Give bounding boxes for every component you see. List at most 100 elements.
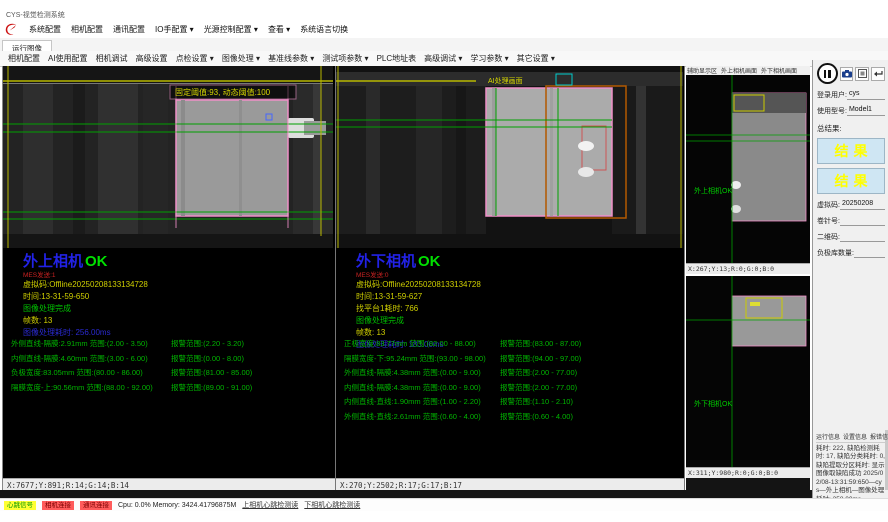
status-bar: 心跳信号 相机连接 通讯连接 Cpu: 0.0% Memory: 3424.41… xyxy=(0,498,888,511)
tab-run-info[interactable]: 运行信息 xyxy=(816,432,840,441)
toolbar-baseline-params[interactable]: 基准线参数 ▾ xyxy=(268,53,314,64)
aux-thumbnail-upper-status: 外上相机OK xyxy=(694,186,732,195)
info-section: 运行信息 设置信息 报错信息 耗时: 222, 缺陷检测耗时: 17, 缺陷分类… xyxy=(816,432,885,505)
menu-item-system-config[interactable]: 系统配置 xyxy=(29,24,61,35)
measurement-row: 内侧直线-隔膜:4.38mm 范围:(0.00 - 9.00) 报警范围:(2.… xyxy=(336,382,684,397)
alarm-range: 报警范围:(2.00 - 77.00) xyxy=(500,382,577,393)
toolbar-advanced-settings[interactable]: 高级设置 xyxy=(136,53,168,64)
measurement-value: 外侧直线-隔膜:2.91mm 范围:(2.00 - 3.50) xyxy=(11,338,148,349)
mid-camera-title: 外下相机 xyxy=(356,253,416,270)
left-camera-title: 外上相机 xyxy=(23,253,83,270)
left-pixel-coordinates: X:7677;Y:891;R:14;G:14;B:14 xyxy=(3,478,335,490)
mid-ai-label: AI处理画面 xyxy=(488,76,523,85)
mid-time: 时间:13-31-59-627 xyxy=(356,291,680,303)
model-value: Model1 xyxy=(847,106,885,116)
lower-camera-heartbeat-link[interactable]: 下相机心跳检测读 xyxy=(304,500,360,510)
left-threshold-label: 固定阈值:93, 动态阈值:100 xyxy=(175,87,271,97)
menu-item-comm-config[interactable]: 通讯配置 xyxy=(113,24,145,35)
left-frame-count: 帧数: 13 xyxy=(23,315,331,327)
toolbar-image-processing[interactable]: 图像处理 ▾ xyxy=(222,53,260,64)
run-log-text: 耗时: 222, 缺陷检测耗时: 17, 缺陷分类耗时: 0, 缺陷提取分区耗时… xyxy=(816,445,885,505)
alarm-range: 报警范围:(2.00 - 77.00) xyxy=(500,367,577,378)
mid-process-done: 图像处理完成 xyxy=(356,315,680,327)
anode-count-value xyxy=(854,248,885,258)
mid-status-ok: OK xyxy=(418,253,441,270)
toolbar-learning-params[interactable]: 学习参数 ▾ xyxy=(470,53,508,64)
left-status-ok: OK xyxy=(85,253,108,270)
alarm-range: 报警范围:(83.00 - 87.00) xyxy=(500,338,581,349)
tab-error-info[interactable]: 报错信息 xyxy=(870,432,888,441)
menu-item-camera-config[interactable]: 相机配置 xyxy=(71,24,103,35)
return-arrow-icon xyxy=(873,70,883,78)
model-label: 使用型号: xyxy=(817,106,847,116)
mid-platform-time: 找平台1耗时: 766 xyxy=(356,303,680,315)
pause-button[interactable] xyxy=(817,63,838,84)
tab-lower-camera-view[interactable]: 外下相机画面 xyxy=(761,66,797,75)
tab-aux-display[interactable]: 辅助显示区 xyxy=(687,66,717,75)
left-camera-image[interactable]: 固定阈值:93, 动态阈值:100 xyxy=(3,66,333,248)
toolbar-camera-debug[interactable]: 相机调试 xyxy=(96,53,128,64)
measurement-row: 隔膜宽度-上:90.56mm 范围:(88.00 - 92.00) 报警范围:(… xyxy=(3,382,335,397)
measurement-value: 负极宽度:83.05mm 范围:(80.00 - 86.00) xyxy=(11,367,143,378)
back-button[interactable] xyxy=(871,67,885,81)
mid-camera-image[interactable]: AI处理画面 xyxy=(336,66,683,248)
tab-settings-info[interactable]: 设置信息 xyxy=(843,432,867,441)
qr-row: 二维码: xyxy=(817,232,885,242)
bottom-dark-strip xyxy=(0,490,812,498)
barcode-value: 20250208 xyxy=(840,200,885,210)
left-barcode: 虚拟码:Offline20250208133134728 xyxy=(23,279,331,291)
left-camera-panel: 固定阈值:93, 动态阈值:100 外上相机OK MES发送:1 虚拟码:Off… xyxy=(2,66,336,490)
menu-item-view[interactable]: 查看 ▾ xyxy=(268,24,290,35)
total-result-label: 总结果: xyxy=(817,123,885,134)
aux-thumbnail-upper[interactable]: 外上相机OK xyxy=(686,75,810,263)
alarm-range: 报警范围:(89.00 - 91.00) xyxy=(171,382,252,393)
tab-upper-camera-view[interactable]: 外上相机画面 xyxy=(721,66,757,75)
toolbar-camera-config[interactable]: 相机配置 xyxy=(8,53,40,64)
mid-pixel-coordinates: X:270;Y:2502;R:17;G:17;B:17 xyxy=(336,478,684,490)
alarm-range: 报警范围:(0.60 - 4.00) xyxy=(500,411,573,422)
measurement-row: 隔膜宽度-下:95.24mm 范围:(93.00 - 98.00) 报警范围:(… xyxy=(336,353,684,368)
mid-result-block: 外下相机OK MES发送:0 虚拟码:Offline20250208133134… xyxy=(356,250,680,351)
barcode-label: 虚拟码: xyxy=(817,200,840,210)
toolbar-spot-check[interactable]: 点检设置 ▾ xyxy=(176,53,214,64)
pin-row: 卷针号: xyxy=(817,216,885,226)
toolbar-other-settings[interactable]: 其它设置 ▾ xyxy=(517,53,555,64)
menu-item-light-config[interactable]: 光源控制配置 ▾ xyxy=(204,24,258,35)
cpu-memory-status: Cpu: 0.0% Memory: 3424.41796875M xyxy=(118,502,236,509)
measurement-row: 外侧直线-隔膜:2.91mm 范围:(2.00 - 3.50) 报警范围:(2.… xyxy=(3,338,335,353)
pin-label: 卷针号: xyxy=(817,216,840,226)
pin-value xyxy=(840,216,885,226)
aux-tab-strip: 辅助显示区 外上相机画面 外下相机画面 xyxy=(686,66,810,75)
measurement-value: 内侧直线-直线:1.90mm 范围:(1.00 - 2.20) xyxy=(344,396,481,407)
snapshot-button[interactable] xyxy=(855,67,869,81)
upper-camera-heartbeat-link[interactable]: 上相机心跳检测读 xyxy=(242,500,298,510)
measurement-row: 内侧直线-隔膜:4.60mm 范围:(3.00 - 6.00) 报警范围:(0.… xyxy=(3,353,335,368)
app-window: CYS-视觉检测系统 系统配置 相机配置 通讯配置 IO手配置 ▾ 光源控制配置… xyxy=(0,0,888,522)
left-time: 时间:13-31-59-650 xyxy=(23,291,331,303)
left-measurement-rows: 外侧直线-隔膜:2.91mm 范围:(2.00 - 3.50) 报警范围:(2.… xyxy=(3,338,335,396)
alarm-range: 报警范围:(0.00 - 8.00) xyxy=(171,353,244,364)
aux-column-filler xyxy=(686,478,810,490)
mid-measurement-rows: 正极宽度:83.77mm 范围:(82.00 - 88.00) 报警范围:(83… xyxy=(336,338,684,425)
aux-thumbnail-lower[interactable]: 外下相机OK xyxy=(686,276,810,467)
barcode-row: 虚拟码: 20250208 xyxy=(817,200,885,210)
menu-item-language-switch[interactable]: 系统语言切换 xyxy=(300,24,348,35)
app-logo-icon xyxy=(4,22,19,37)
aux-thumbnail-upper-image: 外上相机OK xyxy=(686,75,810,263)
anode-count-row: 负极库数量: xyxy=(817,248,885,258)
menu-item-io-config[interactable]: IO手配置 ▾ xyxy=(155,24,194,35)
toolbar-advanced-debug[interactable]: 高级调试 ▾ xyxy=(424,53,462,64)
measurement-row: 正极宽度:83.77mm 范围:(82.00 - 88.00) 报警范围:(83… xyxy=(336,338,684,353)
mid-barcode: 虚拟码:Offline20250208133134728 xyxy=(356,279,680,291)
toolbar-plc-table[interactable]: PLC地址表 xyxy=(377,53,417,64)
measurement-value: 内侧直线-隔膜:4.60mm 范围:(3.00 - 6.00) xyxy=(11,353,148,364)
camera-icon xyxy=(842,70,852,78)
tab-strip: 运行图像 xyxy=(0,38,888,52)
measurement-value: 正极宽度:83.77mm 范围:(82.00 - 88.00) xyxy=(344,338,476,349)
qr-label: 二维码: xyxy=(817,232,840,242)
camera-connection-badge: 相机连接 xyxy=(42,501,74,510)
toolbar-test-params[interactable]: 测试项参数 ▾ xyxy=(322,53,368,64)
camera-button[interactable] xyxy=(840,67,854,81)
measurement-value: 内侧直线-隔膜:4.38mm 范围:(0.00 - 9.00) xyxy=(344,382,481,393)
toolbar-ai-config[interactable]: AI使用配置 xyxy=(48,53,88,64)
